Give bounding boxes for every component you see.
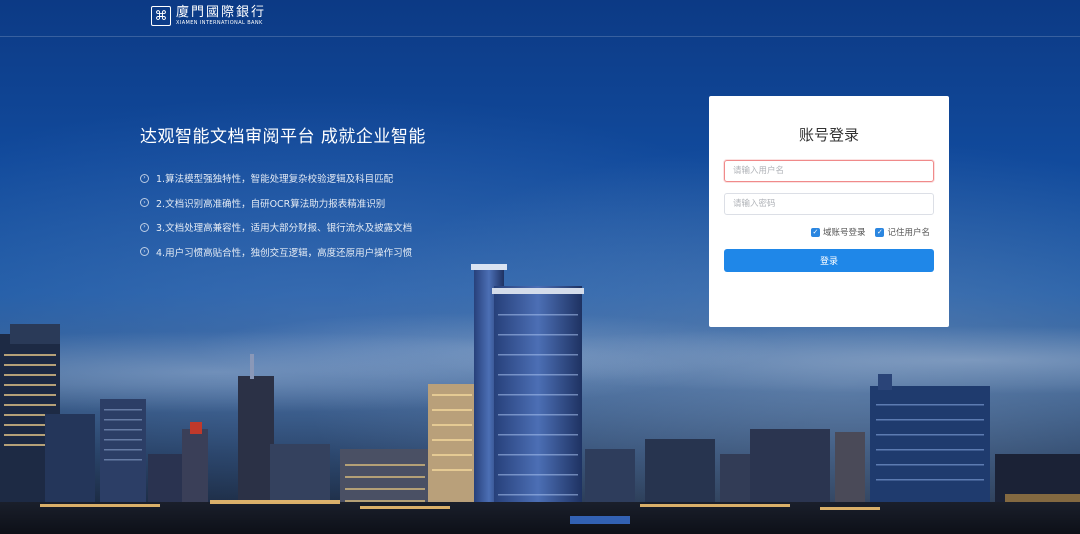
login-title: 账号登录	[798, 126, 859, 144]
feature-text: 2.文档识别高准确性，自研OCR算法助力报表精准识别	[156, 198, 386, 210]
feature-item: › 3.文档处理高兼容性，适用大部分财报、银行流水及披露文档	[140, 215, 412, 240]
feature-list: › 1.算法模型强独特性，智能处理复杂校验逻辑及科目匹配 › 2.文档识别高准确…	[140, 166, 412, 264]
feature-text: 3.文档处理高兼容性，适用大部分财报、银行流水及披露文档	[156, 223, 413, 235]
feature-item: › 2.文档识别高准确性，自研OCR算法助力报表精准识别	[140, 191, 412, 216]
feature-text: 1.算法模型强独特性，智能处理复杂校验逻辑及科目匹配	[156, 174, 394, 186]
chevron-circle-icon: ›	[140, 173, 149, 183]
bank-name-en: XIAMEN INTERNATIONAL BANK	[176, 20, 263, 26]
bank-logo-icon: ⌘	[151, 6, 171, 26]
password-input[interactable]	[724, 193, 934, 215]
checkbox-checked-icon[interactable]: ✓	[810, 227, 820, 237]
feature-item: › 4.用户习惯高贴合性，独创交互逻辑，高度还原用户操作习惯	[140, 240, 412, 265]
remember-username-label: 记住用户名	[887, 228, 930, 238]
checkbox-checked-icon[interactable]: ✓	[875, 227, 885, 237]
chevron-circle-icon: ›	[140, 247, 149, 257]
domain-login-label: 域账号登录	[822, 228, 866, 238]
top-header-bar: ⌘ 廈門國際銀行 XIAMEN INTERNATIONAL BANK	[0, 0, 1080, 37]
bank-name-cn: 廈門國際銀行	[176, 5, 267, 20]
chevron-circle-icon: ›	[140, 198, 149, 208]
username-input[interactable]	[724, 160, 934, 182]
login-card: 账号登录 ✓ 域账号登录 ✓ 记住用户名 登录	[709, 96, 949, 327]
hero-headline: 达观智能文档审阅平台 成就企业智能	[140, 127, 426, 147]
domain-login-checkbox[interactable]: ✓ 域账号登录	[810, 226, 866, 238]
bank-logo: ⌘ 廈門國際銀行 XIAMEN INTERNATIONAL BANK	[151, 6, 266, 26]
chevron-circle-icon: ›	[140, 222, 149, 232]
feature-item: › 1.算法模型强独特性，智能处理复杂校验逻辑及科目匹配	[140, 166, 412, 191]
feature-text: 4.用户习惯高贴合性，独创交互逻辑，高度还原用户操作习惯	[156, 247, 413, 259]
remember-username-checkbox[interactable]: ✓ 记住用户名	[875, 226, 930, 238]
login-options: ✓ 域账号登录 ✓ 记住用户名	[801, 226, 930, 238]
login-button[interactable]: 登录	[724, 249, 934, 272]
